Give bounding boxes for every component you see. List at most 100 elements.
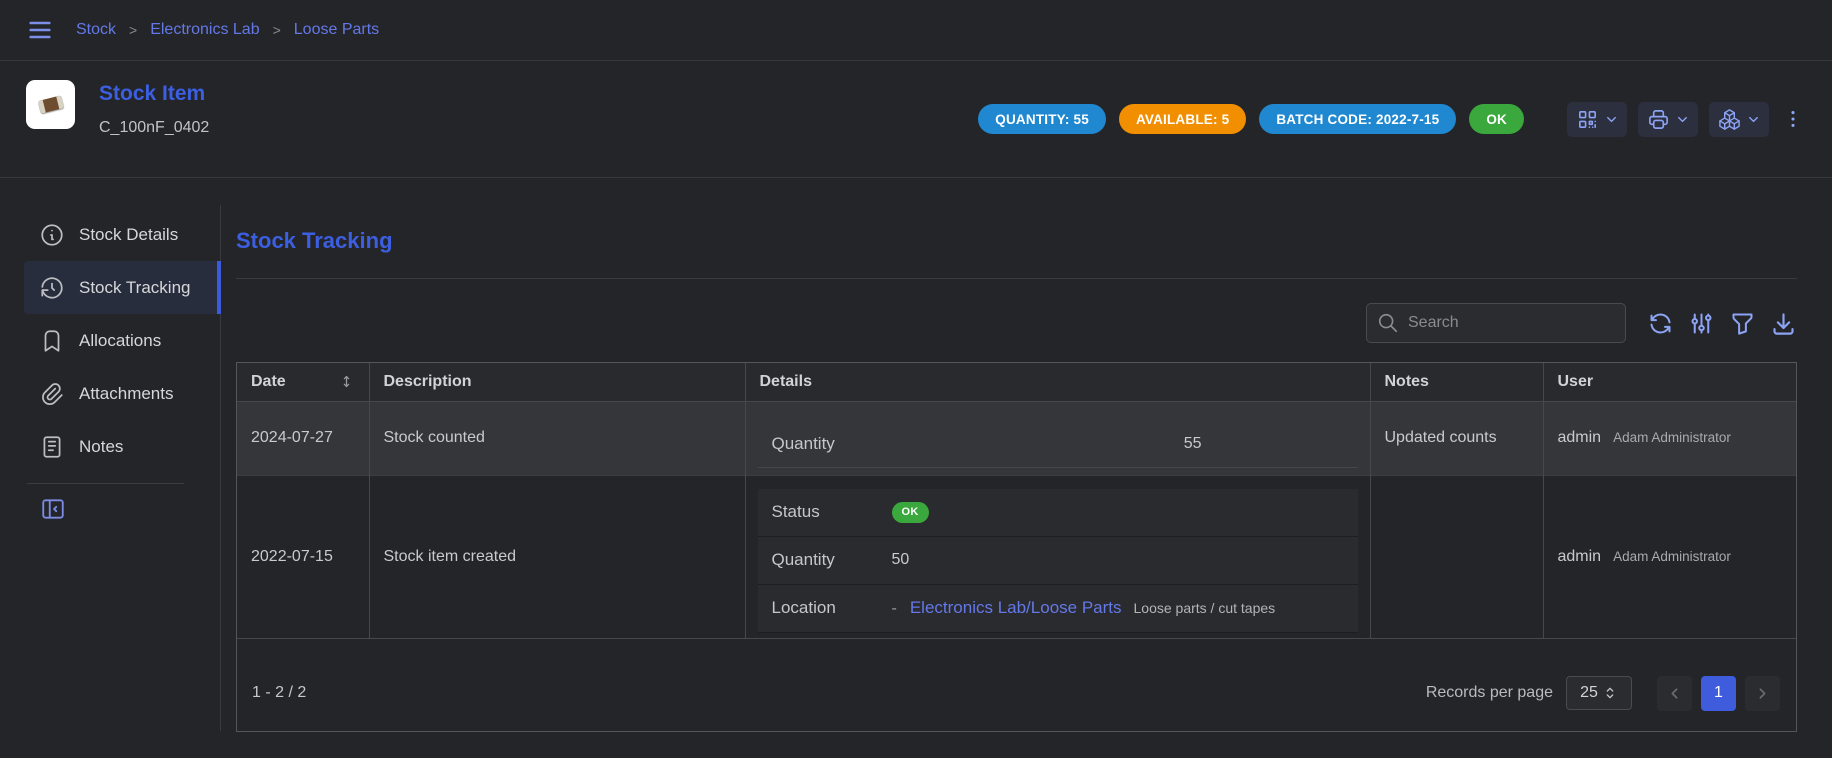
detail-value: 55 [892,435,1202,453]
record-range: 1 - 2 / 2 [252,684,306,702]
breadcrumb: Stock>Electronics Lab>Loose Parts [76,21,379,39]
sort-icon [338,373,355,390]
notes-icon [39,434,65,460]
notes-cell [1370,475,1543,638]
stock-operations-button[interactable] [1709,102,1769,137]
records-per-page-value: 25 [1580,684,1598,702]
detail-row-quantity: Quantity50 [758,537,1358,585]
refresh-icon [1647,310,1674,337]
next-page-button[interactable] [1745,676,1780,711]
chevron-down-icon [1746,112,1761,127]
part-thumbnail[interactable] [26,80,75,129]
chevron-down-icon [1604,112,1619,127]
column-label: Description [384,373,472,391]
previous-page-button[interactable] [1657,676,1692,711]
search-input[interactable] [1408,314,1615,332]
detail-key: Quantity [758,550,892,570]
detail-key: Quantity [758,434,892,454]
sidebar-item-stock-details[interactable]: Stock Details [24,208,221,261]
page-1-button[interactable]: 1 [1701,676,1736,711]
refresh-button[interactable] [1647,310,1674,337]
printer-icon [1647,108,1670,131]
search-icon [1377,312,1399,334]
sidebar-item-label: Allocations [79,331,161,351]
table-row[interactable]: 2022-07-15Stock item createdStatusOKQuan… [237,475,1796,638]
stock-item-header: Stock Item C_100nF_0402 QUANTITY: 55AVAI… [0,61,1832,178]
user-cell-td: adminAdam Administrator [1543,475,1796,638]
barcode-actions-button[interactable] [1567,102,1627,137]
column-header-description: Description [369,363,745,401]
chevron-down-icon [1675,112,1690,127]
column-header-user: User [1543,363,1796,401]
location-dash: - [892,600,897,617]
stock-badge: QUANTITY: 55 [978,104,1106,134]
detail-key: Status [758,502,892,522]
paperclip-icon [39,381,65,407]
pagination-area: Records per page 25 1 [1426,676,1780,711]
chevron-right-icon [1754,685,1771,702]
menu-icon[interactable] [26,16,54,44]
print-actions-button[interactable] [1638,102,1698,137]
details-cell: StatusOKQuantity50Location-Electronics L… [745,475,1370,638]
table-options-button[interactable] [1688,310,1715,337]
details-list: Quantity55 [758,422,1358,468]
breadcrumb-link[interactable]: Stock [76,21,116,39]
records-per-page-select[interactable]: 25 [1566,676,1632,710]
dots-vertical-icon [1782,108,1804,130]
detail-row-quantity: Quantity55 [758,422,1358,468]
date-cell: 2024-07-27 [237,401,369,475]
column-header-inner: Description [384,373,735,391]
user-cell: adminAdam Administrator [1558,548,1787,566]
stock-badge: BATCH CODE: 2022-7-15 [1259,104,1456,134]
table-toolbar [236,303,1797,343]
status-badge: OK [892,502,929,523]
breadcrumb-link[interactable]: Electronics Lab [150,21,259,39]
breadcrumb-separator: > [273,22,281,38]
adjustments-icon [1688,310,1715,337]
sidebar-item-allocations[interactable]: Allocations [24,314,221,367]
location-description: Loose parts / cut tapes [1134,600,1276,616]
more-actions-button[interactable] [1780,102,1806,137]
chevron-left-icon [1666,685,1683,702]
page-title: Stock Item [99,82,209,106]
username: admin [1558,429,1602,447]
stock-item-page: Stock>Electronics Lab>Loose Parts Stock … [0,0,1832,758]
sidebar-collapse-button[interactable] [40,496,66,522]
table-row[interactable]: 2024-07-27Stock counted Quantity55 Updated… [237,401,1796,475]
detail-key: Location [758,598,892,618]
breadcrumb-link[interactable]: Loose Parts [294,21,379,39]
sidebar-item-attachments[interactable]: Attachments [24,367,221,420]
section-divider [236,278,1797,279]
filter-button[interactable] [1729,310,1756,337]
sidebar: Stock Details Stock Tracking Allocations At… [0,205,221,731]
column-header-details: Details [745,363,1370,401]
user-fullname: Adam Administrator [1613,549,1731,564]
column-header-inner: Details [760,373,1360,391]
bookmark-icon [39,328,65,354]
detail-value: -Electronics Lab/Loose Parts Loose parts … [892,598,1276,618]
sidebar-item-label: Stock Details [79,225,178,245]
sidebar-item-label: Notes [79,437,123,457]
details-cell: Quantity55 [745,401,1370,475]
date-cell: 2022-07-15 [237,475,369,638]
stock-badge: AVAILABLE: 5 [1119,104,1246,134]
location-link[interactable]: Electronics Lab/Loose Parts [910,598,1122,617]
table-header-row: Date Description Details NotesUser [237,363,1796,401]
detail-row-location: Location-Electronics Lab/Loose Parts Loos… [758,585,1358,633]
table-footer: 1 - 2 / 2 Records per page 25 1 [237,638,1796,731]
column-header-date[interactable]: Date [237,363,369,401]
search-box [1366,303,1626,343]
sidebar-items: Stock Details Stock Tracking Allocations At… [0,208,220,473]
main-panel: Stock Tracking DateDescriptionDetailsNot… [221,178,1832,758]
download-button[interactable] [1770,310,1797,337]
notes-cell: Updated counts [1370,401,1543,475]
sidebar-item-notes[interactable]: Notes [24,420,221,473]
stock-badge: OK [1469,104,1524,134]
description-cell: Stock counted [369,401,745,475]
history-icon [39,275,65,301]
filter-icon [1729,310,1756,337]
detail-value: 50 [892,551,910,569]
sidebar-item-stock-tracking[interactable]: Stock Tracking [24,261,221,314]
user-cell-td: adminAdam Administrator [1543,401,1796,475]
column-header-notes: Notes [1370,363,1543,401]
